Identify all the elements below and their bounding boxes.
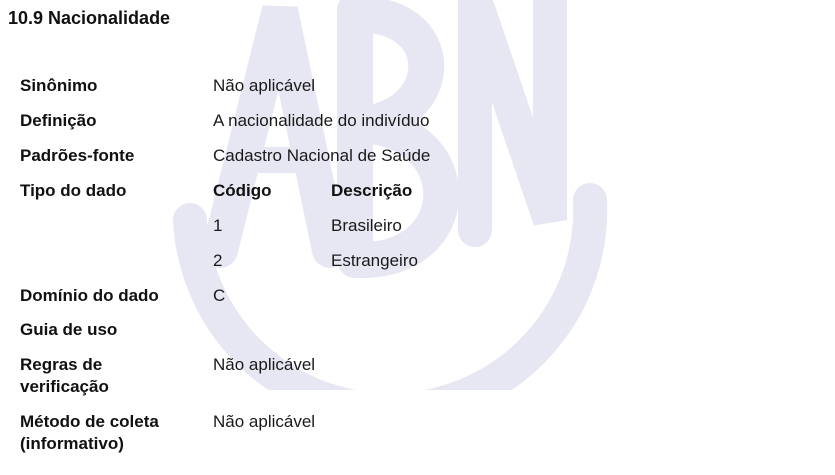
label-tipo-dado: Tipo do dado bbox=[20, 181, 127, 200]
code-value: 2 bbox=[213, 251, 223, 270]
label-regras-line2: verificação bbox=[20, 377, 109, 396]
label-metodo-line2: (informativo) bbox=[20, 434, 124, 453]
value-definicao: A nacionalidade do indivíduo bbox=[213, 111, 430, 130]
value-sinonimo: Não aplicável bbox=[213, 76, 316, 95]
value-regras: Não aplicável bbox=[213, 355, 316, 374]
label-definicao: Definição bbox=[20, 111, 97, 130]
label-guia-uso: Guia de uso bbox=[20, 320, 118, 339]
label-sinonimo: Sinônimo bbox=[20, 76, 98, 95]
label-regras: Regras de verificação bbox=[20, 354, 200, 398]
value-metodo: Não aplicável bbox=[213, 412, 316, 431]
code-description: Brasileiro bbox=[331, 216, 402, 235]
label-padroes-fonte: Padrões-fonte bbox=[20, 146, 135, 165]
label-dominio: Domínio do dado bbox=[20, 286, 159, 305]
section-heading: 10.9 Nacionalidade bbox=[8, 8, 171, 28]
label-regras-line1: Regras de bbox=[20, 355, 103, 374]
header-descricao: Descrição bbox=[331, 181, 413, 200]
header-codigo: Código bbox=[213, 181, 272, 200]
label-metodo-line1: Método de coleta bbox=[20, 412, 159, 431]
value-padroes-fonte: Cadastro Nacional de Saúde bbox=[213, 146, 431, 165]
code-value: 1 bbox=[213, 216, 223, 235]
value-dominio: C bbox=[213, 286, 226, 305]
label-metodo: Método de coleta (informativo) bbox=[20, 411, 200, 455]
code-description: Estrangeiro bbox=[331, 251, 418, 270]
